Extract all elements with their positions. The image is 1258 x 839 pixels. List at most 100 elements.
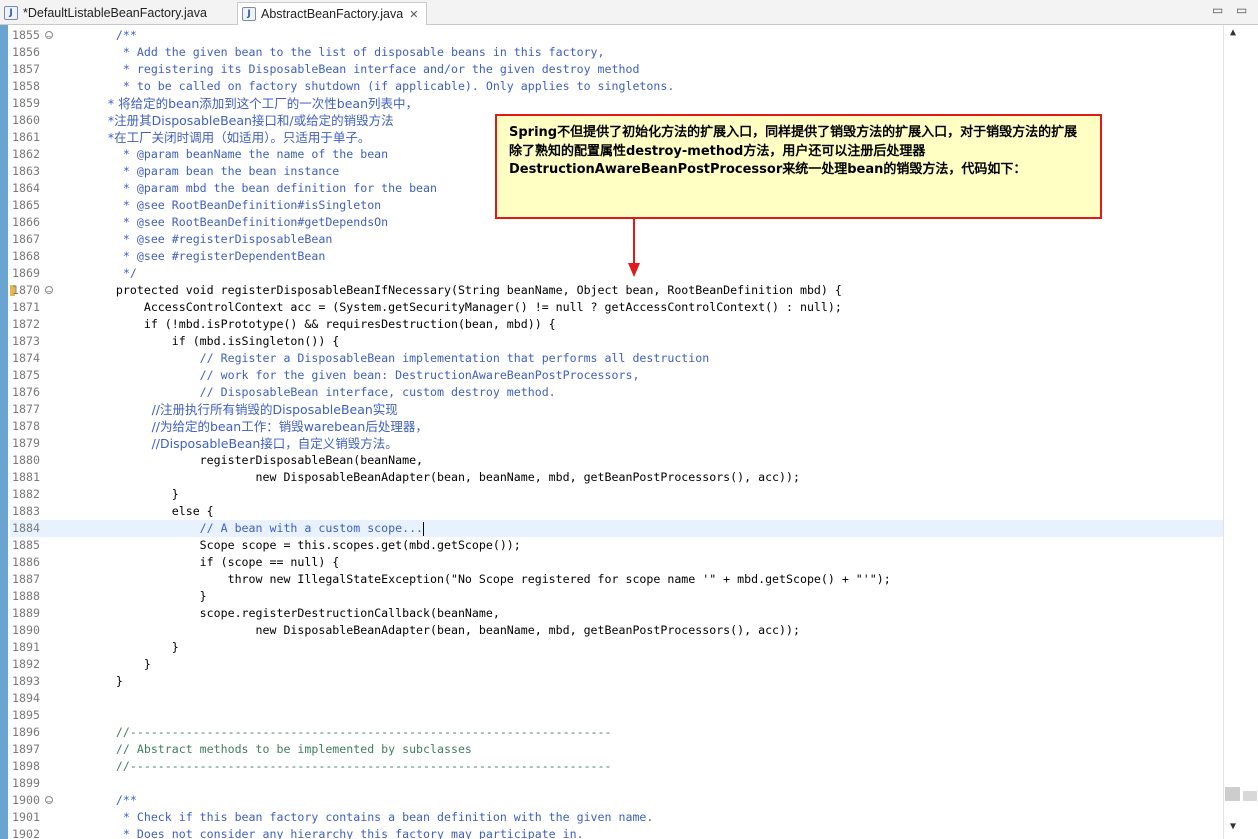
line-number: 1899: [12, 776, 40, 790]
line-number: 1902: [12, 827, 40, 839]
line-number: 1870: [12, 283, 40, 297]
code-line[interactable]: 1902 * Does not consider any hierarchy t…: [10, 826, 1223, 839]
code-line[interactable]: 1884 // A bean with a custom scope...: [10, 520, 1223, 537]
line-number: 1867: [12, 232, 40, 246]
line-number: 1880: [12, 453, 40, 467]
minimize-icon[interactable]: ▭: [1212, 3, 1223, 17]
code-line[interactable]: 1882 }: [10, 486, 1223, 503]
tab-default-listable-bean-factory[interactable]: J *DefaultListableBeanFactory.java: [0, 2, 234, 23]
code-line[interactable]: 1899: [10, 775, 1223, 792]
code-line[interactable]: 1894: [10, 690, 1223, 707]
code-line[interactable]: 1881 new DisposableBeanAdapter(bean, bea…: [10, 469, 1223, 486]
code-text: * @see RootBeanDefinition#getDependsOn: [88, 215, 389, 229]
code-line[interactable]: 1886 if (scope == null) {: [10, 554, 1223, 571]
code-line[interactable]: 1890 new DisposableBeanAdapter(bean, bea…: [10, 622, 1223, 639]
fold-collapse-icon[interactable]: –: [45, 31, 53, 40]
code-line[interactable]: 1896 //---------------------------------…: [10, 724, 1223, 741]
line-number: 1868: [12, 249, 40, 263]
line-number: 1883: [12, 504, 40, 518]
code-line[interactable]: 1868 * @see #registerDependentBean: [10, 248, 1223, 265]
code-line[interactable]: 1895: [10, 707, 1223, 724]
code-line[interactable]: 1889 scope.registerDestructionCallback(b…: [10, 605, 1223, 622]
scroll-thumb[interactable]: [1225, 787, 1240, 801]
code-line[interactable]: 1893 }: [10, 673, 1223, 690]
code-line[interactable]: 1870– protected void registerDisposableB…: [10, 282, 1223, 299]
code-line[interactable]: 1879 //DisposableBean接口，自定义销毁方法。: [10, 435, 1223, 452]
code-line[interactable]: 1875 // work for the given bean: Destruc…: [10, 367, 1223, 384]
code-text: * @param mbd the bean definition for the…: [88, 181, 438, 195]
code-line[interactable]: 1858 * to be called on factory shutdown …: [10, 78, 1223, 95]
code-text: }: [88, 589, 207, 603]
code-text: * 将给定的bean添加到这个工厂的一次性bean列表中，: [88, 96, 419, 111]
code-line[interactable]: 1871 AccessControlContext acc = (System.…: [10, 299, 1223, 316]
tab-abstract-bean-factory[interactable]: J AbstractBeanFactory.java ✕: [237, 2, 427, 25]
code-line[interactable]: 1892 }: [10, 656, 1223, 673]
code-line[interactable]: 1901 * Check if this bean factory contai…: [10, 809, 1223, 826]
code-line[interactable]: 1869 */: [10, 265, 1223, 282]
code-text: * Does not consider any hierarchy this f…: [88, 827, 584, 839]
java-file-icon: J: [4, 5, 18, 20]
fold-collapse-icon[interactable]: –: [45, 286, 53, 295]
code-line[interactable]: 1857 * registering its DisposableBean in…: [10, 61, 1223, 78]
scroll-down-icon[interactable]: ▼: [1230, 821, 1236, 832]
code-line[interactable]: 1900– /**: [10, 792, 1223, 809]
code-line[interactable]: 1856 * Add the given bean to the list of…: [10, 44, 1223, 61]
code-text: }: [88, 657, 151, 671]
code-text: /**: [88, 28, 137, 42]
line-number: 1861: [12, 130, 40, 144]
maximize-icon[interactable]: ▭: [1236, 3, 1247, 17]
code-text: registerDisposableBean(beanName,: [88, 453, 424, 467]
java-file-icon: J: [242, 7, 256, 21]
code-text: //--------------------------------------…: [88, 759, 612, 773]
code-line[interactable]: 1855– /**: [10, 27, 1223, 44]
code-text: }: [88, 640, 179, 654]
line-number: 1875: [12, 368, 40, 382]
code-line[interactable]: 1897 // Abstract methods to be implement…: [10, 741, 1223, 758]
line-number: 1857: [12, 62, 40, 76]
code-line[interactable]: 1876 // DisposableBean interface, custom…: [10, 384, 1223, 401]
code-line[interactable]: 1867 * @see #registerDisposableBean: [10, 231, 1223, 248]
vertical-scrollbar[interactable]: ▲ ▼: [1223, 25, 1258, 839]
code-text: new DisposableBeanAdapter(bean, beanName…: [88, 623, 800, 637]
code-text: * registering its DisposableBean interfa…: [88, 62, 640, 76]
line-number: 1866: [12, 215, 40, 229]
line-number: 1865: [12, 198, 40, 212]
code-text: new DisposableBeanAdapter(bean, beanName…: [88, 470, 800, 484]
code-text: // DisposableBean interface, custom dest…: [88, 385, 556, 399]
code-line[interactable]: 1859 * 将给定的bean添加到这个工厂的一次性bean列表中，: [10, 95, 1223, 112]
code-line[interactable]: 1888 }: [10, 588, 1223, 605]
code-line[interactable]: 1885 Scope scope = this.scopes.get(mbd.g…: [10, 537, 1223, 554]
scroll-up-icon[interactable]: ▲: [1230, 27, 1236, 38]
code-line[interactable]: 1898 //---------------------------------…: [10, 758, 1223, 775]
code-text: // A bean with a custom scope...: [88, 521, 425, 536]
code-text: * Check if this bean factory contains a …: [88, 810, 654, 824]
line-number: 1856: [12, 45, 40, 59]
code-line[interactable]: 1883 else {: [10, 503, 1223, 520]
code-text: //DisposableBean接口，自定义销毁方法。: [88, 436, 398, 451]
code-text: Scope scope = this.scopes.get(mbd.getSco…: [88, 538, 521, 552]
line-number: 1855: [12, 28, 40, 42]
fold-collapse-icon[interactable]: –: [45, 796, 53, 805]
code-line[interactable]: 1880 registerDisposableBean(beanName,: [10, 452, 1223, 469]
line-number: 1871: [12, 300, 40, 314]
code-line[interactable]: 1887 throw new IllegalStateException("No…: [10, 571, 1223, 588]
line-number: 1897: [12, 742, 40, 756]
line-number: 1887: [12, 572, 40, 586]
code-text: if (mbd.isSingleton()) {: [88, 334, 340, 348]
code-line[interactable]: 1877 //注册执行所有销毁的DisposableBean实现: [10, 401, 1223, 418]
line-number: 1888: [12, 589, 40, 603]
line-number: 1885: [12, 538, 40, 552]
code-text: AccessControlContext acc = (System.getSe…: [88, 300, 842, 314]
code-line[interactable]: 1878 //为给定的bean工作：销毁warebean后处理器，: [10, 418, 1223, 435]
code-text: *注册其DisposableBean接口和/或给定的销毁方法: [88, 113, 394, 128]
close-icon[interactable]: ✕: [409, 8, 418, 21]
code-text: //为给定的bean工作：销毁warebean后处理器，: [88, 419, 428, 434]
code-text: * @param beanName the name of the bean: [88, 147, 389, 161]
editor-tab-bar: J *DefaultListableBeanFactory.java J Abs…: [0, 0, 1258, 25]
code-line[interactable]: 1891 }: [10, 639, 1223, 656]
line-number: 1877: [12, 402, 40, 416]
code-line[interactable]: 1873 if (mbd.isSingleton()) {: [10, 333, 1223, 350]
code-line[interactable]: 1874 // Register a DisposableBean implem…: [10, 350, 1223, 367]
line-number: 1859: [12, 96, 40, 110]
code-line[interactable]: 1872 if (!mbd.isPrototype() && requiresD…: [10, 316, 1223, 333]
